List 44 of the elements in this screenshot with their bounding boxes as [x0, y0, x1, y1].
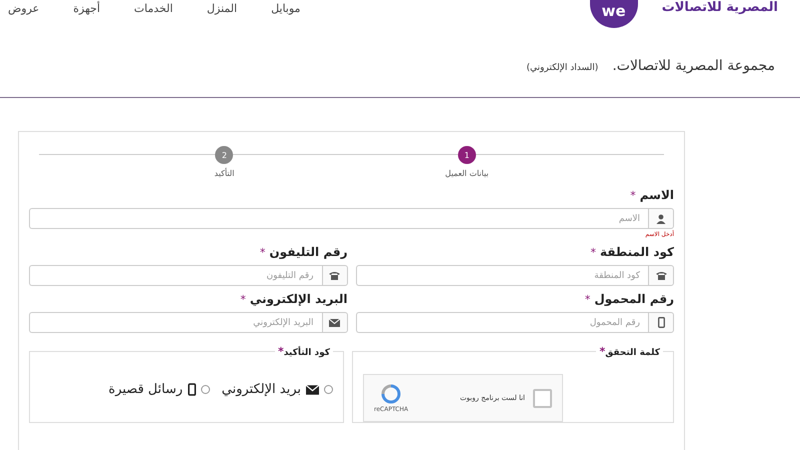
- input-field[interactable]: رقم المحمول: [356, 312, 648, 333]
- mobile-phone-icon: [188, 383, 196, 396]
- radio-button[interactable]: [324, 385, 333, 394]
- nav-link[interactable]: موبايل: [271, 0, 300, 17]
- required-mark: *: [599, 345, 606, 358]
- phone-icon: [329, 271, 340, 280]
- user-icon: [656, 214, 666, 224]
- nav-link[interactable]: المنزل: [206, 0, 238, 17]
- field-label: الاسم: [640, 188, 674, 202]
- page-subtitle: (السداد الإلكتروني): [526, 63, 598, 73]
- step-label: بيانات العميل: [445, 169, 489, 178]
- field-label: رقم التليفون: [269, 245, 348, 259]
- required-mark: *: [278, 345, 284, 358]
- nav-link[interactable]: الخدمات: [134, 0, 173, 17]
- input-field[interactable]: الاسم: [29, 208, 648, 229]
- field-label: كود المنطقة: [600, 245, 674, 259]
- input-field[interactable]: البريد الإلكتروني: [29, 312, 322, 333]
- required-mark: *: [240, 293, 246, 306]
- required-mark: *: [590, 246, 596, 259]
- brand-name: المصرية للاتصالات: [662, 0, 778, 15]
- input-field[interactable]: رقم التليفون: [29, 265, 322, 286]
- field-label: رقم المحمول: [594, 292, 674, 306]
- option-label: بريد الإلكتروني: [222, 382, 301, 397]
- captcha-legend: كلمة التحقق: [605, 348, 660, 358]
- step-label: التأكيد: [214, 169, 234, 178]
- radio-button[interactable]: [200, 385, 210, 394]
- mobile-phone-icon: [658, 317, 664, 328]
- step-number: 2: [215, 146, 234, 164]
- field-label: البريد الإلكتروني: [250, 292, 348, 306]
- required-mark: *: [630, 189, 636, 202]
- envelope-icon: [306, 384, 319, 394]
- nav-link[interactable]: أجهزة: [73, 0, 100, 17]
- captcha-checkbox[interactable]: [533, 388, 552, 408]
- required-mark: *: [584, 293, 590, 306]
- page-title: مجموعة المصرية للاتصالات.: [612, 58, 775, 74]
- required-mark: *: [260, 246, 266, 259]
- code-legend: كود التأكيد: [284, 348, 330, 358]
- envelope-icon: [329, 318, 340, 326]
- step-number: 1: [458, 146, 476, 164]
- nav-link[interactable]: عروض: [8, 0, 40, 17]
- option-label: رسائل قصيرة: [108, 382, 183, 397]
- input-field[interactable]: كود المنطقة: [356, 265, 648, 286]
- recaptcha-logo-icon: [381, 384, 402, 404]
- phone-icon: [656, 271, 666, 280]
